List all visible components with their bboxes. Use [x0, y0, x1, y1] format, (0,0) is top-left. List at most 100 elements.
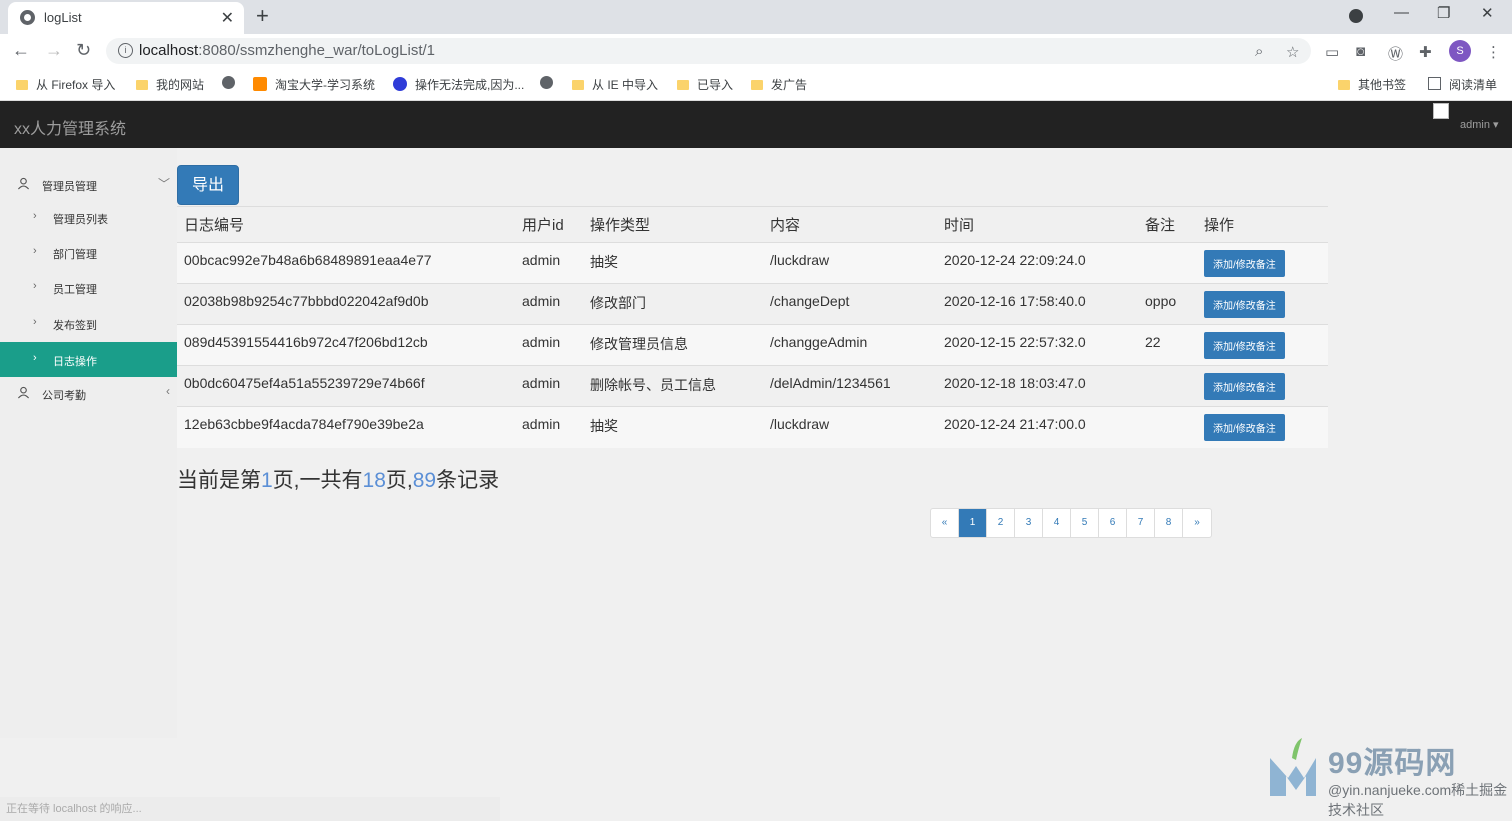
pager-page[interactable]: 6: [1099, 509, 1127, 537]
status-bar: 正在等待 localhost 的响应...: [0, 797, 500, 821]
cell-op-type: 删除帐号、员工信息: [583, 365, 763, 407]
globe-icon: [222, 76, 235, 89]
pager-page[interactable]: 8: [1155, 509, 1183, 537]
bookmark-other[interactable]: 其他书签: [1338, 76, 1406, 93]
table-row: 0b0dc60475ef4a51a55239729e74b66f admin 删除帐…: [177, 365, 1328, 407]
new-tab-button[interactable]: +: [256, 3, 269, 29]
cast-icon[interactable]: ▭: [1325, 43, 1339, 61]
app-brand[interactable]: xx人力管理系统: [14, 115, 126, 139]
folder-icon: [751, 80, 763, 90]
bookmark-star-icon[interactable]: ☆: [1286, 43, 1299, 61]
sidebar: 管理员管理 ﹀ › 管理员列表 › 部门管理 › 员工管理 › 发布签到 › 日…: [0, 148, 177, 738]
edit-remark-button[interactable]: 添加/修改备注: [1204, 250, 1285, 277]
pager-page[interactable]: 5: [1071, 509, 1099, 537]
bookmark-globe[interactable]: [222, 76, 243, 90]
sidebar-item-checkin[interactable]: › 发布签到: [0, 306, 177, 341]
cell-action: 添加/修改备注: [1197, 283, 1328, 325]
profile-menu-icon[interactable]: [1349, 9, 1363, 23]
cell-user-id: admin: [515, 406, 583, 448]
cell-user-id: admin: [515, 324, 583, 366]
restore-button[interactable]: ❐: [1437, 4, 1450, 22]
chevron-right-icon: ›: [33, 352, 37, 364]
table-row: 02038b98b9254c77bbbd022042af9d0b admin 修改部…: [177, 283, 1328, 325]
bookmark-firefox[interactable]: 从 Firefox 导入: [16, 76, 115, 93]
pager-page[interactable]: 1: [959, 509, 987, 537]
browser-tab[interactable]: logList ✕: [8, 2, 244, 34]
profile-avatar[interactable]: S: [1449, 40, 1471, 62]
cell-time: 2020-12-15 22:57:32.0: [937, 324, 1138, 366]
edit-remark-button[interactable]: 添加/修改备注: [1204, 332, 1285, 359]
header-content: 内容: [763, 206, 937, 243]
bookmark-ads[interactable]: 发广告: [751, 76, 807, 93]
pager-page[interactable]: 4: [1043, 509, 1071, 537]
reading-list[interactable]: 阅读清单: [1428, 76, 1497, 93]
user-avatar-image: [1433, 103, 1449, 119]
more-menu-icon[interactable]: ⋮: [1486, 43, 1501, 61]
cell-remark: oppo: [1138, 283, 1197, 325]
user-menu[interactable]: admin ▾: [1460, 118, 1499, 131]
edit-remark-button[interactable]: 添加/修改备注: [1204, 373, 1285, 400]
watermark-logo-icon: [1270, 738, 1316, 796]
close-window-button[interactable]: ✕: [1481, 4, 1494, 22]
table-row: 00bcac992e7b48a6b68489891eaa4e77 admin 抽奖 /…: [177, 242, 1328, 284]
taobao-icon: [253, 77, 267, 91]
pager-page[interactable]: 3: [1015, 509, 1043, 537]
pagination: «1 2 3 4 5 6 7 8»: [930, 508, 1212, 538]
baidu-paw-icon: [393, 77, 407, 91]
extensions-puzzle-icon[interactable]: ✚: [1419, 43, 1432, 61]
header-time: 时间: [937, 206, 1138, 243]
extension-w-icon[interactable]: Ⓦ: [1388, 43, 1403, 64]
reload-icon[interactable]: ↻: [76, 40, 91, 61]
bookmark-ie[interactable]: 从 IE 中导入: [572, 76, 658, 93]
globe-icon: [20, 10, 35, 25]
back-icon[interactable]: ←: [12, 40, 30, 61]
zoom-icon[interactable]: ⌕: [1255, 43, 1263, 60]
tab-title: logList: [44, 10, 82, 25]
bookmark-imported[interactable]: 已导入: [677, 76, 733, 93]
cell-time: 2020-12-24 22:09:24.0: [937, 242, 1138, 284]
cell-time: 2020-12-18 18:03:47.0: [937, 365, 1138, 407]
user-icon: [17, 386, 30, 399]
cell-content: /changgeAdmin: [763, 324, 937, 366]
pager-next[interactable]: »: [1183, 509, 1211, 537]
pager-page[interactable]: 2: [987, 509, 1015, 537]
close-tab-icon[interactable]: ✕: [221, 8, 234, 28]
chevron-left-icon: ‹: [166, 384, 170, 398]
cell-remark: [1138, 365, 1197, 407]
bookmark-globe-2[interactable]: [540, 76, 561, 90]
reading-list-icon: [1428, 77, 1441, 90]
sidebar-item-departments[interactable]: › 部门管理: [0, 235, 177, 270]
pager-page[interactable]: 7: [1127, 509, 1155, 537]
site-info-icon[interactable]: i: [118, 43, 133, 58]
sidebar-item-logs[interactable]: › 日志操作: [0, 342, 177, 377]
export-button[interactable]: 导出: [177, 165, 239, 205]
cell-remark: 22: [1138, 324, 1197, 366]
minimize-button[interactable]: —: [1394, 4, 1409, 21]
cell-log-id: 02038b98b9254c77bbbd022042af9d0b: [177, 283, 515, 325]
cell-time: 2020-12-16 17:58:40.0: [937, 283, 1138, 325]
cell-action: 添加/修改备注: [1197, 242, 1328, 284]
edit-remark-button[interactable]: 添加/修改备注: [1204, 414, 1285, 441]
bookmark-taobao[interactable]: 淘宝大学-学习系统: [253, 76, 375, 93]
cell-log-id: 0b0dc60475ef4a51a55239729e74b66f: [177, 365, 515, 407]
app-navbar: [0, 101, 1512, 148]
edit-remark-button[interactable]: 添加/修改备注: [1204, 291, 1285, 318]
pager-prev[interactable]: «: [931, 509, 959, 537]
folder-icon: [16, 80, 28, 90]
watermark-subtitle: @yin.nanjueke.com稀土掘金技术社区: [1328, 782, 1508, 818]
sidebar-group-attendance[interactable]: 公司考勤 ‹: [0, 376, 177, 410]
camera-icon[interactable]: ◙: [1356, 43, 1365, 60]
chevron-right-icon: ›: [33, 245, 37, 257]
sidebar-group-admin[interactable]: 管理员管理 ﹀: [0, 167, 177, 201]
address-bar[interactable]: i localhost:8080/ssmzhenghe_war/toLogLis…: [106, 38, 1311, 64]
bookmark-baidu[interactable]: 操作无法完成,因为...: [393, 76, 524, 93]
bookmark-mysite[interactable]: 我的网站: [136, 76, 204, 93]
cell-action: 添加/修改备注: [1197, 406, 1328, 448]
chevron-down-icon: ﹀: [157, 177, 170, 191]
sidebar-item-admin-list[interactable]: › 管理员列表: [0, 200, 177, 235]
sidebar-item-employees[interactable]: › 员工管理: [0, 270, 177, 305]
forward-icon[interactable]: →: [45, 40, 63, 61]
chevron-right-icon: ›: [33, 210, 37, 222]
watermark-title: 99源码网: [1328, 747, 1457, 780]
cell-content: /changeDept: [763, 283, 937, 325]
